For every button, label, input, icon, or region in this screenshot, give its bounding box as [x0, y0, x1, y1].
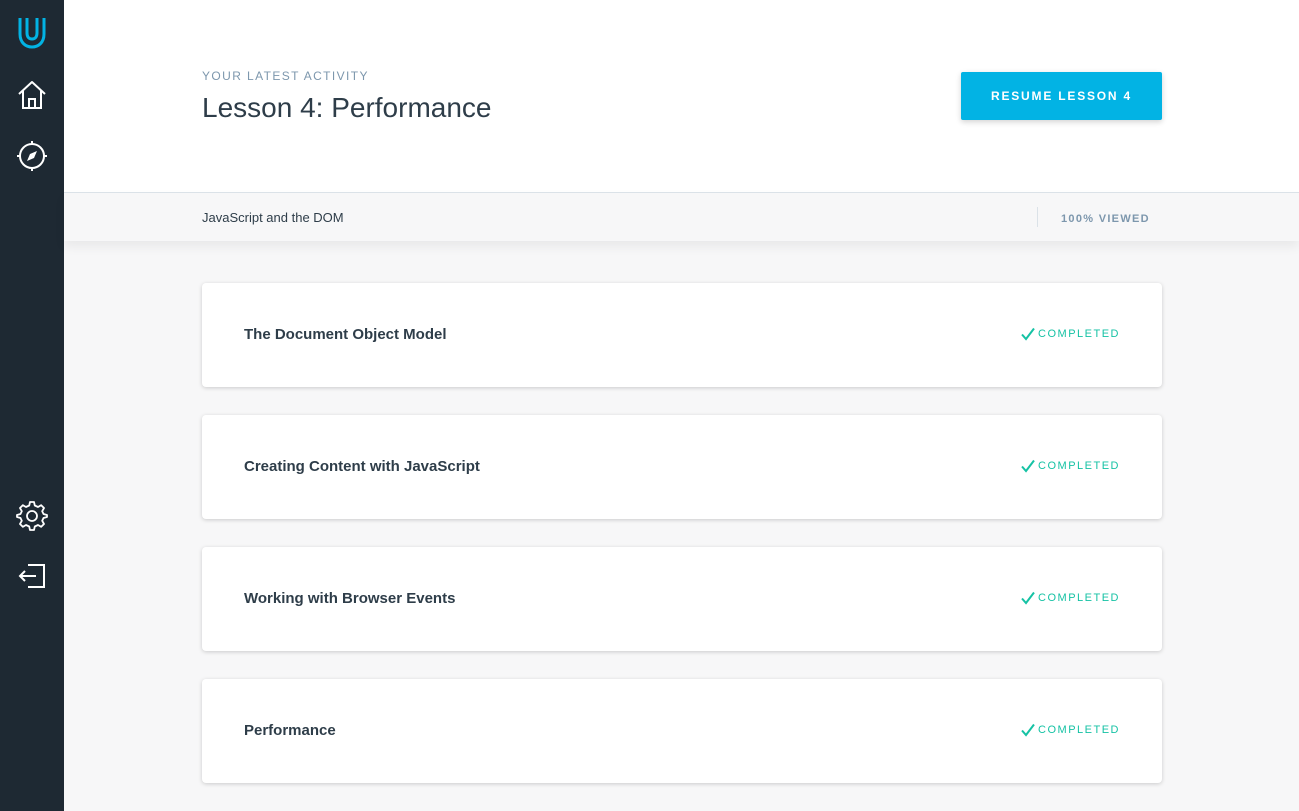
- completed-status: COMPLETED: [1021, 723, 1120, 737]
- status-label: COMPLETED: [1038, 592, 1120, 604]
- completed-status: COMPLETED: [1021, 591, 1120, 605]
- activity-eyebrow: YOUR LATEST ACTIVITY: [202, 69, 369, 83]
- check-icon: [1021, 591, 1035, 605]
- divider: [1037, 207, 1038, 227]
- home-icon[interactable]: [14, 77, 50, 113]
- status-label: COMPLETED: [1038, 724, 1120, 736]
- lesson-title: Creating Content with JavaScript: [244, 458, 480, 475]
- lesson-title: Performance: [244, 722, 336, 739]
- lesson-card[interactable]: Performance COMPLETED: [202, 679, 1162, 783]
- page-title: Lesson 4: Performance: [202, 92, 492, 123]
- completed-status: COMPLETED: [1021, 327, 1120, 341]
- lesson-title: The Document Object Model: [244, 326, 447, 343]
- lesson-card[interactable]: Working with Browser Events COMPLETED: [202, 547, 1162, 651]
- udacity-logo-icon[interactable]: [14, 14, 50, 50]
- check-icon: [1021, 459, 1035, 473]
- resume-lesson-button[interactable]: RESUME LESSON 4: [961, 72, 1162, 120]
- course-bar: JavaScript and the DOM 100% VIEWED: [64, 192, 1299, 241]
- status-label: COMPLETED: [1038, 328, 1120, 340]
- main-content: YOUR LATEST ACTIVITY Lesson 4: Performan…: [64, 0, 1299, 811]
- activity-header: YOUR LATEST ACTIVITY Lesson 4: Performan…: [64, 0, 1299, 192]
- check-icon: [1021, 327, 1035, 341]
- course-name[interactable]: JavaScript and the DOM: [202, 210, 344, 225]
- status-label: COMPLETED: [1038, 460, 1120, 472]
- completed-status: COMPLETED: [1021, 459, 1120, 473]
- progress-viewed: 100% VIEWED: [1061, 213, 1150, 225]
- compass-icon[interactable]: [14, 138, 50, 174]
- logout-icon[interactable]: [14, 558, 50, 594]
- lesson-card[interactable]: The Document Object Model COMPLETED: [202, 283, 1162, 387]
- lesson-title: Working with Browser Events: [244, 590, 456, 607]
- sidebar: [0, 0, 64, 811]
- check-icon: [1021, 723, 1035, 737]
- lesson-card[interactable]: Creating Content with JavaScript COMPLET…: [202, 415, 1162, 519]
- settings-icon[interactable]: [14, 497, 50, 533]
